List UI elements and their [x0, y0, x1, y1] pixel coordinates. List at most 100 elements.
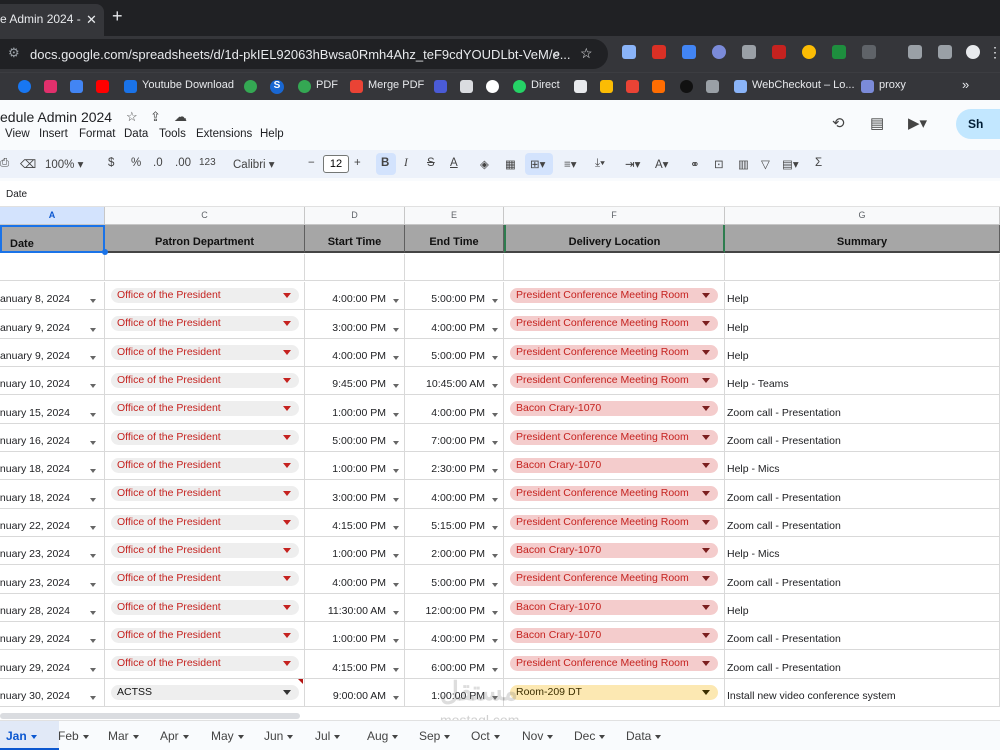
chevron-down-icon[interactable]: [132, 734, 139, 739]
time-dropdown-icon[interactable]: [492, 412, 498, 417]
chip-dropdown-icon[interactable]: [283, 377, 291, 383]
chip-dropdown-icon[interactable]: [702, 576, 710, 582]
end-time-cell[interactable]: 4:00:00 PM: [405, 395, 504, 423]
chip-dropdown-icon[interactable]: [702, 604, 710, 610]
chip-dropdown-icon[interactable]: [283, 632, 291, 638]
location-chip[interactable]: President Conference Meeting Room: [510, 514, 718, 530]
chip-dropdown-icon[interactable]: [702, 491, 710, 497]
header-delivery-location[interactable]: Delivery Location: [504, 225, 725, 253]
department-cell[interactable]: Office of the President: [105, 282, 305, 310]
header-date[interactable]: Date: [0, 225, 105, 253]
chevron-down-icon[interactable]: [599, 734, 606, 739]
cell[interactable]: [405, 254, 504, 280]
date-dropdown-icon[interactable]: [90, 554, 96, 559]
version-history-icon[interactable]: ⟲: [832, 114, 845, 132]
location-cell[interactable]: Bacon Crary-1070: [504, 536, 725, 565]
sheet-tab-feb[interactable]: Feb: [58, 729, 89, 743]
time-dropdown-icon[interactable]: [393, 497, 399, 502]
time-dropdown-icon[interactable]: [393, 582, 399, 587]
sheet-tab-jun[interactable]: Jun: [264, 729, 294, 743]
chip-dropdown-icon[interactable]: [283, 434, 291, 440]
summary-cell[interactable]: Zoom call - Presentation: [725, 508, 1000, 536]
chip-dropdown-icon[interactable]: [702, 293, 710, 298]
extension-icon[interactable]: [742, 45, 756, 59]
summary-cell[interactable]: Zoom call - Presentation: [725, 621, 1000, 650]
chip-dropdown-icon[interactable]: [283, 604, 291, 610]
time-dropdown-icon[interactable]: [492, 440, 498, 445]
insert-link-icon[interactable]: ⚭: [690, 157, 700, 171]
column-header-g[interactable]: G: [725, 207, 1000, 225]
location-chip[interactable]: Bacon Crary-1070: [510, 599, 718, 615]
chevron-down-icon[interactable]: [392, 734, 399, 739]
translate-icon[interactable]: [682, 45, 696, 59]
bookmark-icon[interactable]: [600, 80, 613, 93]
new-tab-icon[interactable]: +: [112, 6, 123, 27]
department-chip[interactable]: Office of the President: [111, 571, 299, 587]
url-text[interactable]: docs.google.com/spreadsheets/d/1d-pkIEL9…: [30, 47, 571, 62]
zoom-select[interactable]: 100% ▾: [45, 157, 83, 171]
summary-cell[interactable]: Zoom call - Presentation: [725, 565, 1000, 593]
start-time-cell[interactable]: 1:00:00 PM: [305, 451, 405, 480]
cell[interactable]: [305, 254, 405, 280]
bookmark-star-icon[interactable]: ☆: [580, 45, 593, 62]
gmail-icon[interactable]: [626, 80, 639, 93]
chip-dropdown-icon[interactable]: [702, 632, 710, 638]
location-chip[interactable]: President Conference Meeting Room: [510, 372, 718, 388]
date-dropdown-icon[interactable]: [90, 525, 96, 530]
date-cell[interactable]: anuary 15, 2024: [0, 395, 105, 423]
google-icon[interactable]: [486, 80, 499, 93]
time-dropdown-icon[interactable]: [393, 525, 399, 530]
time-dropdown-icon[interactable]: [393, 667, 399, 672]
start-time-cell[interactable]: 9:45:00 PM: [305, 366, 405, 395]
decrease-decimal-button[interactable]: .0: [153, 157, 163, 169]
location-cell[interactable]: President Conference Meeting Room: [504, 508, 725, 536]
start-time-cell[interactable]: 4:00:00 PM: [305, 338, 405, 366]
selection-handle[interactable]: [102, 249, 108, 255]
bookmark-s[interactable]: S: [270, 80, 284, 94]
sheet-tab-nov[interactable]: Nov: [522, 729, 554, 743]
more-menu-icon[interactable]: ⋮: [988, 44, 1000, 61]
sheet-tab-aug[interactable]: Aug: [367, 729, 399, 743]
time-dropdown-icon[interactable]: [393, 412, 399, 417]
time-dropdown-icon[interactable]: [393, 469, 399, 474]
instagram-icon[interactable]: [44, 80, 57, 93]
sheet-tab-may[interactable]: May: [211, 729, 244, 743]
profile-avatar[interactable]: [966, 45, 980, 59]
department-chip[interactable]: Office of the President: [111, 372, 299, 388]
date-dropdown-icon[interactable]: [90, 695, 96, 700]
chip-dropdown-icon[interactable]: [283, 519, 291, 525]
chip-dropdown-icon[interactable]: [702, 434, 710, 440]
facebook-icon[interactable]: [18, 80, 31, 93]
location-cell[interactable]: Bacon Crary-1070: [504, 395, 725, 423]
location-chip[interactable]: President Conference Meeting Room: [510, 344, 718, 360]
start-time-cell[interactable]: 1:00:00 PM: [305, 536, 405, 565]
department-chip[interactable]: Office of the President: [111, 486, 299, 502]
department-cell[interactable]: Office of the President: [105, 338, 305, 366]
chip-dropdown-icon[interactable]: [702, 661, 710, 667]
bookmark-proxy[interactable]: proxy: [879, 79, 906, 91]
header-end-time[interactable]: End Time: [405, 225, 504, 253]
summary-cell[interactable]: Help: [725, 593, 1000, 621]
chip-dropdown-icon[interactable]: [283, 576, 291, 582]
text-wrap-icon[interactable]: ⇥▾: [625, 157, 640, 171]
start-time-cell[interactable]: 4:15:00 PM: [305, 650, 405, 678]
department-chip[interactable]: Office of the President: [111, 316, 299, 332]
chevron-down-icon[interactable]: [655, 734, 662, 739]
location-cell[interactable]: President Conference Meeting Room: [504, 565, 725, 593]
date-cell[interactable]: anuary 23, 2024: [0, 536, 105, 565]
time-dropdown-icon[interactable]: [393, 384, 399, 389]
date-cell[interactable]: anuary 30, 2024: [0, 678, 105, 706]
cloud-status-icon[interactable]: ☁: [174, 109, 187, 125]
chip-dropdown-icon[interactable]: [702, 462, 710, 468]
location-chip[interactable]: Bacon Crary-1070: [510, 542, 718, 558]
menu-format[interactable]: Format: [79, 128, 115, 140]
end-time-cell[interactable]: 4:00:00 PM: [405, 480, 504, 508]
sheet-tab-jan[interactable]: Jan: [0, 721, 59, 750]
time-dropdown-icon[interactable]: [492, 667, 498, 672]
department-chip[interactable]: Office of the President: [111, 288, 299, 303]
summary-cell[interactable]: Install new video conference system: [725, 678, 1000, 706]
insert-chart-icon[interactable]: ▥: [738, 157, 749, 171]
browser-tab[interactable]: e Admin 2024 - ✕: [0, 4, 104, 36]
cell[interactable]: [725, 254, 1000, 280]
chevron-down-icon[interactable]: [237, 734, 244, 739]
